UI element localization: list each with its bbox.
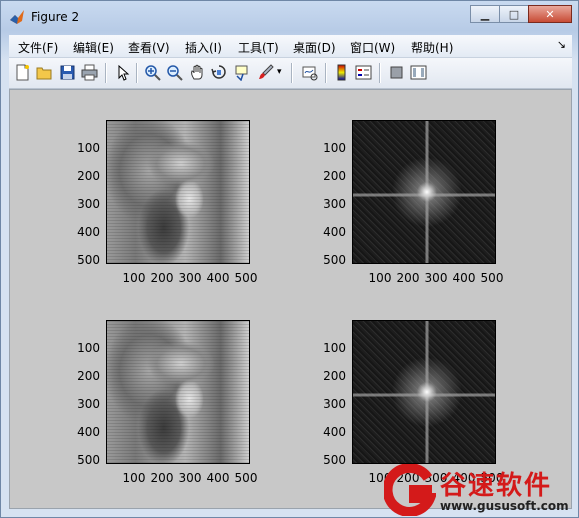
ytick-label: 500 — [77, 453, 100, 467]
menu-file[interactable]: 文件(F) — [18, 39, 58, 56]
maximize-icon: □ — [508, 7, 520, 21]
menu-window[interactable]: 窗口(W) — [350, 39, 395, 56]
watermark-text: 谷速软件 — [440, 471, 553, 501]
minimize-icon: ▁ — [480, 7, 490, 21]
zoom-in-icon[interactable] — [144, 64, 161, 81]
lena-filtered-image — [107, 321, 249, 463]
menu-tools[interactable]: 工具(T) — [238, 39, 279, 56]
xtick-label: 500 — [480, 271, 504, 285]
xtick-label: 200 — [150, 271, 174, 285]
matlab-icon — [10, 10, 24, 24]
menu-bar: 文件(F) 编辑(E) 查看(V) 插入(I) 工具(T) 桌面(D) 窗口(W… — [9, 35, 572, 58]
menu-pin-icon[interactable]: ↘ — [557, 38, 566, 51]
save-icon[interactable] — [59, 64, 76, 81]
xtick-label: 400 — [206, 471, 230, 485]
open-file-icon[interactable] — [36, 64, 53, 81]
menu-insert[interactable]: 插入(I) — [185, 39, 222, 56]
link-plot-icon[interactable] — [301, 64, 318, 81]
figure-canvas[interactable]: 100 200 300 400 500 100 200 300 400 500 … — [9, 89, 572, 509]
close-icon: ✕ — [545, 7, 555, 21]
xtick-label: 300 — [178, 471, 202, 485]
gususoft-logo-icon — [384, 464, 436, 516]
menu-view[interactable]: 查看(V) — [128, 39, 170, 56]
print-icon[interactable] — [81, 64, 98, 81]
xtick-label: 300 — [424, 271, 448, 285]
watermark-url: www.gususoft.com — [440, 499, 569, 513]
hide-plot-tools-icon[interactable] — [388, 64, 405, 81]
ytick-label: 200 — [323, 169, 346, 183]
subplot-filtered-image[interactable] — [106, 320, 250, 464]
xtick-label: 300 — [178, 271, 202, 285]
xtick-label: 400 — [206, 271, 230, 285]
chevron-down-icon[interactable]: ▾ — [277, 67, 285, 84]
minimize-button[interactable]: ▁ — [470, 5, 500, 23]
ytick-label: 100 — [77, 141, 100, 155]
show-plot-tools-icon[interactable] — [410, 64, 427, 81]
ytick-label: 400 — [323, 225, 346, 239]
menu-help[interactable]: 帮助(H) — [411, 39, 453, 56]
xtick-label: 200 — [396, 271, 420, 285]
menu-desktop[interactable]: 桌面(D) — [293, 39, 336, 56]
maximize-button[interactable]: □ — [499, 5, 529, 23]
xtick-label: 100 — [122, 271, 146, 285]
ytick-label: 300 — [77, 197, 100, 211]
ytick-label: 500 — [77, 253, 100, 267]
lena-image — [107, 121, 249, 263]
ytick-label: 100 — [77, 341, 100, 355]
fft-spectrum-image — [353, 121, 495, 263]
watermark: 谷速软件 www.gususoft.com — [384, 462, 576, 516]
xtick-label: 500 — [234, 471, 258, 485]
new-figure-icon[interactable] — [14, 64, 31, 81]
subplot-filtered-spectrum[interactable] — [352, 320, 496, 464]
ytick-label: 100 — [323, 341, 346, 355]
brush-icon[interactable] — [257, 64, 274, 81]
xtick-label: 100 — [368, 271, 392, 285]
subplot-original-image[interactable] — [106, 120, 250, 264]
ytick-label: 500 — [323, 453, 346, 467]
fft-filtered-spectrum-image — [353, 321, 495, 463]
window-title: Figure 2 — [31, 10, 80, 24]
pointer-icon[interactable] — [114, 64, 131, 81]
zoom-out-icon[interactable] — [166, 64, 183, 81]
ytick-label: 300 — [77, 397, 100, 411]
legend-icon[interactable] — [355, 64, 372, 81]
ytick-label: 400 — [323, 425, 346, 439]
data-cursor-icon[interactable] — [233, 64, 250, 81]
pan-icon[interactable] — [189, 64, 206, 81]
ytick-label: 200 — [77, 369, 100, 383]
xtick-label: 500 — [234, 271, 258, 285]
close-button[interactable]: ✕ — [528, 5, 572, 23]
colorbar-icon[interactable] — [333, 64, 350, 81]
xtick-label: 100 — [122, 471, 146, 485]
ytick-label: 200 — [323, 369, 346, 383]
xtick-label: 200 — [150, 471, 174, 485]
xtick-label: 400 — [452, 271, 476, 285]
rotate-3d-icon[interactable] — [211, 64, 228, 81]
ytick-label: 500 — [323, 253, 346, 267]
ytick-label: 100 — [323, 141, 346, 155]
ytick-label: 400 — [77, 425, 100, 439]
subplot-original-spectrum[interactable] — [352, 120, 496, 264]
ytick-label: 300 — [323, 197, 346, 211]
figure-toolbar: ▾ — [9, 58, 572, 89]
menu-edit[interactable]: 编辑(E) — [73, 39, 114, 56]
ytick-label: 400 — [77, 225, 100, 239]
figure-window: Figure 2 ▁ □ ✕ 文件(F) 编辑(E) 查看(V) 插入(I) 工… — [0, 0, 579, 518]
ytick-label: 300 — [323, 397, 346, 411]
title-bar[interactable]: Figure 2 ▁ □ ✕ — [1, 1, 578, 31]
ytick-label: 200 — [77, 169, 100, 183]
